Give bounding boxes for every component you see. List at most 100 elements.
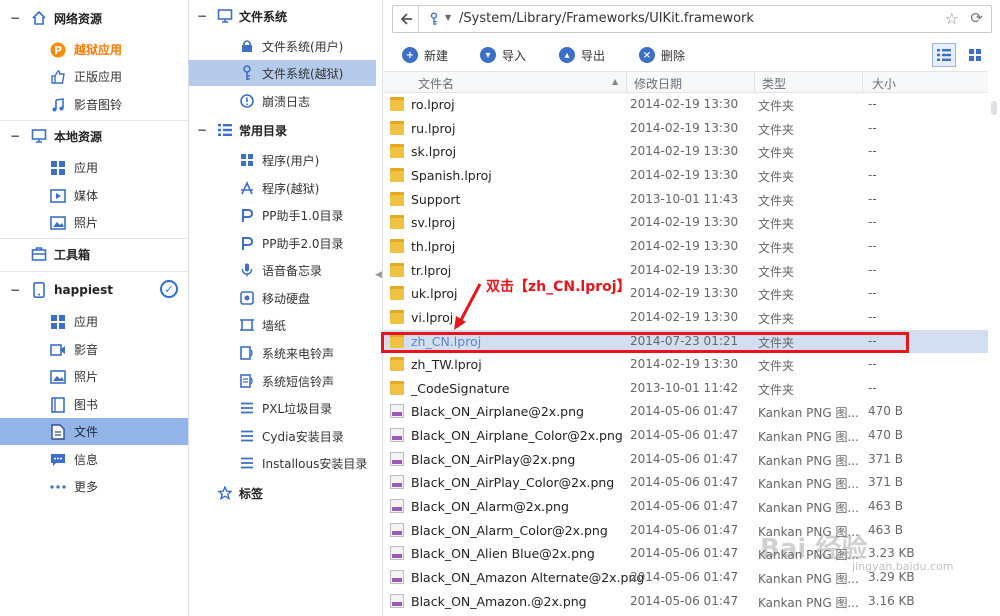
sidebar-item-media-ringtones[interactable]: 影音图铃 xyxy=(0,91,188,118)
table-row[interactable]: Spanish.lproj 2014-02-19 13:30 文件夹 -- xyxy=(384,164,988,188)
sort-arrow-icon: ▲ xyxy=(612,77,619,86)
file-name: ru.lproj xyxy=(411,120,456,136)
scrollbar-thumb[interactable] xyxy=(991,101,997,115)
delete-button[interactable]: × 删除 xyxy=(639,45,685,65)
tree-item-fs-jailbreak[interactable]: 文件系统(越狱) xyxy=(189,60,376,86)
sidebar-item-device-apps[interactable]: 应用 xyxy=(0,308,188,335)
collapse-icon[interactable]: − xyxy=(10,283,20,297)
sidebar-item-device-more[interactable]: 更多 xyxy=(0,473,188,500)
media-icon xyxy=(50,188,66,204)
new-label: 新建 xyxy=(424,48,449,63)
section-device[interactable]: − happiest ✓ xyxy=(0,277,188,303)
list-view-button[interactable] xyxy=(932,43,956,67)
file-name: vi.lproj xyxy=(411,309,454,325)
apps-grid-icon xyxy=(50,314,66,330)
collapse-icon[interactable]: − xyxy=(197,9,207,23)
table-row[interactable]: ru.lproj 2014-02-19 13:30 文件夹 -- xyxy=(384,117,988,141)
back-button[interactable] xyxy=(393,6,419,32)
collapse-icon[interactable]: − xyxy=(197,123,207,137)
section-network-resources[interactable]: − 网络资源 xyxy=(0,5,188,31)
table-row[interactable]: sv.lproj 2014-02-19 13:30 文件夹 -- xyxy=(384,211,988,235)
sidebar-item-jailbreak-apps[interactable]: P 越狱应用 xyxy=(0,36,188,63)
collapse-icon[interactable]: − xyxy=(10,11,20,25)
table-row[interactable]: Black_ON_Alarm@2x.png 2014-05-06 01:47 Kan… xyxy=(384,495,988,519)
collapse-panel-arrow-icon[interactable]: ◀ xyxy=(375,270,383,284)
file-size: -- xyxy=(868,120,877,135)
tree-item-label: 文件系统(用户) xyxy=(262,39,344,54)
table-row[interactable]: Black_ON_AirPlay_Color@2x.png 2014-05-06 … xyxy=(384,471,988,495)
table-row[interactable]: ro.lproj 2014-02-19 13:30 文件夹 -- xyxy=(384,93,988,117)
import-button[interactable]: ▾ 导入 xyxy=(480,45,526,65)
column-header-name[interactable]: 文件名 xyxy=(418,75,454,92)
table-row[interactable]: Support 2013-10-01 11:43 文件夹 -- xyxy=(384,188,988,212)
tree-item-apps-user[interactable]: 程序(用户) xyxy=(189,147,382,173)
tree-item-installous-dir[interactable]: Installous安装目录 xyxy=(189,450,382,476)
column-header-date[interactable]: 修改日期 xyxy=(634,75,682,92)
new-button[interactable]: + 新建 xyxy=(402,45,448,65)
tree-item-pp1-dir[interactable]: PP助手1.0目录 xyxy=(189,202,382,228)
tree-item-label: 系统短信铃声 xyxy=(262,374,335,389)
sidebar-item-local-media[interactable]: 媒体 xyxy=(0,182,188,209)
sidebar-item-label: 文件 xyxy=(74,425,99,439)
table-row[interactable]: th.lproj 2014-02-19 13:30 文件夹 -- xyxy=(384,235,988,259)
tree-item-label: 系统来电铃声 xyxy=(262,346,335,361)
table-row[interactable]: zh_TW.lproj 2014-02-19 13:30 文件夹 -- xyxy=(384,353,988,377)
tree-section-filesystem[interactable]: − 文件系统 xyxy=(189,3,382,29)
appstore-a-icon xyxy=(239,180,255,196)
section-toolbox[interactable]: 工具箱 xyxy=(0,241,188,267)
table-row[interactable]: Black_ON_Airplane@2x.png 2014-05-06 01:47… xyxy=(384,400,988,424)
folder-icon xyxy=(390,309,404,324)
tree-item-fs-user[interactable]: 文件系统(用户) xyxy=(189,33,382,59)
file-size: -- xyxy=(868,309,877,324)
table-row[interactable]: sk.lproj 2014-02-19 13:30 文件夹 -- xyxy=(384,140,988,164)
sidebar-item-local-apps[interactable]: 应用 xyxy=(0,154,188,181)
apps-grid-icon xyxy=(239,152,255,168)
connected-check-icon: ✓ xyxy=(160,280,178,298)
export-button[interactable]: ▴ 导出 xyxy=(559,45,605,65)
tree-section-common-dirs[interactable]: − 常用目录 xyxy=(189,117,382,143)
export-icon: ▴ xyxy=(559,47,575,63)
table-row[interactable]: _CodeSignature 2013-10-01 11:42 文件夹 -- xyxy=(384,377,988,401)
sidebar-item-device-av[interactable]: 影音 xyxy=(0,336,188,363)
tree-item-voice-memos[interactable]: 语音备忘录 xyxy=(189,257,382,283)
column-header-type[interactable]: 类型 xyxy=(762,75,786,92)
address-path[interactable]: /System/Library/Frameworks/UIKit.framewo… xyxy=(459,11,754,26)
section-local-resources[interactable]: − 本地资源 xyxy=(0,123,188,149)
file-size: 470 B xyxy=(868,404,903,419)
sidebar-item-device-files[interactable]: 文件 xyxy=(0,418,188,445)
favorite-star-icon[interactable]: ☆ xyxy=(945,9,959,28)
sidebar-item-device-messages[interactable]: 信息 xyxy=(0,446,188,473)
table-row[interactable]: Black_ON_Amazon.@2x.png 2014-05-06 01:47 K… xyxy=(384,590,988,614)
sidebar-item-local-photos[interactable]: 照片 xyxy=(0,209,188,236)
tree-item-pp2-dir[interactable]: PP助手2.0目录 xyxy=(189,230,382,256)
tree-item-cydia-dir[interactable]: Cydia安装目录 xyxy=(189,423,382,449)
tree-item-system-ringtones[interactable]: 系统来电铃声 xyxy=(189,340,382,366)
tree-item-wallpaper[interactable]: 墙纸 xyxy=(189,312,382,338)
tree-item-pxl-junk[interactable]: PXL垃圾目录 xyxy=(189,395,382,421)
tree-item-apps-jailbreak[interactable]: 程序(越狱) xyxy=(189,175,382,201)
table-row[interactable]: Black_ON_Airplane_Color@2x.png 2014-05-06… xyxy=(384,424,988,448)
tree-item-sms-tones[interactable]: 系统短信铃声 xyxy=(189,368,382,394)
table-row[interactable]: tr.lproj 2014-02-19 13:30 文件夹 -- xyxy=(384,259,988,283)
tree-item-mobile-disk[interactable]: 移动硬盘 xyxy=(189,285,382,311)
tree-section-label: 标签 xyxy=(239,486,264,501)
path-dropdown-icon[interactable]: ▼ xyxy=(445,13,451,22)
grid-view-button[interactable] xyxy=(963,43,987,67)
sidebar-item-device-books[interactable]: 图书 xyxy=(0,391,188,418)
tree-item-crash-logs[interactable]: 崩溃日志 xyxy=(189,88,382,114)
import-label: 导入 xyxy=(502,48,527,63)
column-header-size[interactable]: 大小 xyxy=(872,75,896,92)
sidebar-item-device-photos[interactable]: 照片 xyxy=(0,363,188,390)
table-row[interactable]: Black_ON_AirPlay@2x.png 2014-05-06 01:47 K… xyxy=(384,448,988,472)
collapse-icon[interactable]: − xyxy=(10,129,20,143)
folder-icon xyxy=(390,215,404,230)
table-row[interactable]: Black_ON_Alarm_Color@2x.png 2014-05-06 01… xyxy=(384,519,988,543)
vertical-scrollbar[interactable] xyxy=(990,93,998,616)
file-size: 463 B xyxy=(868,499,903,514)
file-date: 2014-02-19 13:30 xyxy=(630,262,739,277)
refresh-icon[interactable]: ⟳ xyxy=(970,9,983,27)
sidebar-item-official-apps[interactable]: 正版应用 xyxy=(0,63,188,90)
tree-section-tags[interactable]: 标签 xyxy=(189,480,382,506)
annotation-text: 双击【zh_CN.lproj】 xyxy=(486,279,631,295)
file-date: 2014-02-19 13:30 xyxy=(630,120,739,135)
